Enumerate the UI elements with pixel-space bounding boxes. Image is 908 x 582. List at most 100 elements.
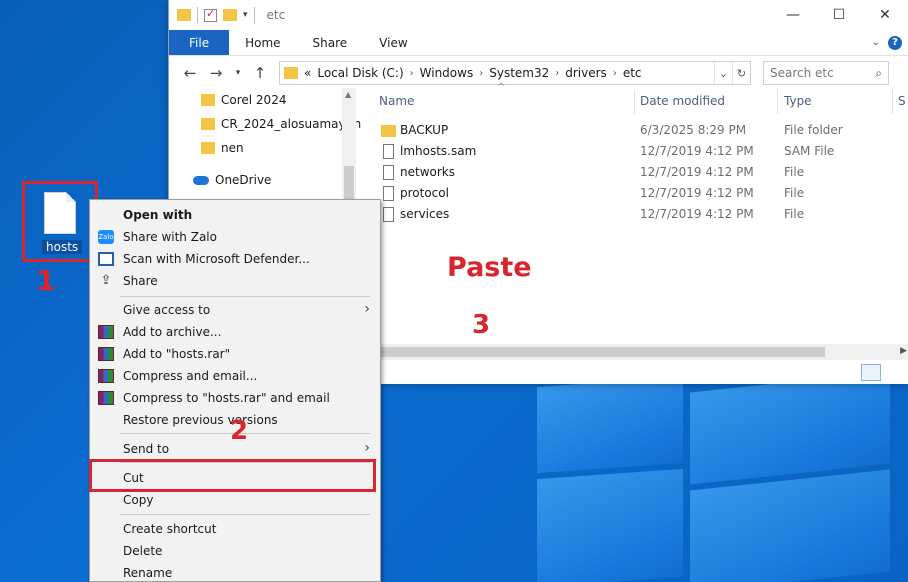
divider bbox=[253, 7, 255, 23]
menu-item-label: Scan with Microsoft Defender... bbox=[123, 252, 310, 266]
zalo-icon: Zalo bbox=[98, 230, 114, 244]
customize-toolbar-icon[interactable]: ▾ bbox=[243, 10, 248, 20]
breadcrumb-system32[interactable]: System32 bbox=[489, 66, 549, 80]
nav-item-nen[interactable]: nen bbox=[201, 138, 244, 158]
menu-item-label: Compress to "hosts.rar" and email bbox=[123, 391, 330, 405]
breadcrumb-windows[interactable]: Windows bbox=[420, 66, 474, 80]
menu-item-add-hosts-rar[interactable]: Add to "hosts.rar" bbox=[90, 343, 380, 365]
folder-icon bbox=[284, 67, 298, 79]
back-button[interactable]: ← bbox=[179, 62, 201, 84]
address-prefix[interactable]: « bbox=[304, 66, 311, 80]
file-date: 12/7/2019 4:12 PM bbox=[640, 207, 754, 221]
menu-separator bbox=[120, 296, 370, 297]
folder-icon bbox=[201, 118, 215, 130]
menu-item-create-shortcut[interactable]: Create shortcut bbox=[90, 518, 380, 540]
file-type: File folder bbox=[784, 123, 843, 137]
menu-item-label: Create shortcut bbox=[123, 522, 217, 536]
breadcrumb-etc[interactable]: etc bbox=[623, 66, 642, 80]
menu-item-add-archive[interactable]: Add to archive... bbox=[90, 321, 380, 343]
tab-file[interactable]: File bbox=[169, 30, 230, 55]
menu-item-label: Compress and email... bbox=[123, 369, 258, 383]
tab-share[interactable]: Share bbox=[297, 30, 364, 55]
horizontal-scrollbar[interactable]: ▶ bbox=[357, 344, 908, 360]
nav-item-corel-2024[interactable]: Corel 2024 bbox=[201, 90, 286, 110]
menu-item-give-access[interactable]: Give access to › bbox=[90, 299, 380, 321]
column-header-date[interactable]: Date modified bbox=[640, 88, 725, 114]
chevron-right-icon[interactable]: › bbox=[410, 68, 414, 79]
annotation-step2: 2 bbox=[230, 416, 249, 446]
column-header-name[interactable]: Name bbox=[379, 88, 414, 114]
breadcrumb-drivers[interactable]: drivers bbox=[565, 66, 607, 80]
tab-home[interactable]: Home bbox=[229, 30, 296, 55]
file-name: lmhosts.sam bbox=[400, 144, 477, 158]
menu-item-copy[interactable]: Copy bbox=[90, 489, 380, 511]
menu-item-label: Restore previous versions bbox=[123, 413, 278, 427]
forward-button[interactable]: → bbox=[205, 62, 227, 84]
help-icon[interactable]: ? bbox=[888, 35, 902, 50]
menu-item-label: Share bbox=[123, 274, 158, 288]
menu-item-share[interactable]: ⇪ Share bbox=[90, 270, 380, 292]
breadcrumb-local-disk[interactable]: Local Disk (C:) bbox=[317, 66, 403, 80]
refresh-icon[interactable]: ↻ bbox=[732, 62, 750, 84]
menu-item-compress-email[interactable]: Compress and email... bbox=[90, 365, 380, 387]
file-type: File bbox=[784, 186, 805, 200]
tab-view[interactable]: View bbox=[363, 30, 423, 55]
chevron-right-icon[interactable]: › bbox=[479, 68, 483, 79]
winrar-icon bbox=[98, 391, 114, 405]
file-icon bbox=[383, 186, 394, 201]
menu-item-label: Copy bbox=[123, 493, 154, 507]
new-folder-icon[interactable] bbox=[223, 9, 237, 21]
windows-logo-pane bbox=[690, 371, 890, 485]
scroll-right-icon[interactable]: ▶ bbox=[900, 346, 907, 356]
menu-item-open-with[interactable]: Open with bbox=[90, 204, 380, 226]
file-row-networks[interactable]: networks 12/7/2019 4:12 PM File bbox=[379, 162, 899, 183]
file-name: protocol bbox=[400, 186, 449, 200]
large-icons-view-icon[interactable] bbox=[883, 364, 903, 381]
nav-item-onedrive[interactable]: OneDrive bbox=[193, 170, 271, 190]
menu-item-label: Rename bbox=[123, 566, 173, 580]
share-icon: ⇪ bbox=[100, 273, 112, 288]
file-type: File bbox=[784, 207, 805, 221]
maximize-button[interactable]: ☐ bbox=[816, 0, 862, 30]
chevron-right-icon[interactable]: › bbox=[555, 68, 559, 79]
expand-ribbon-icon[interactable]: ⌄ bbox=[872, 37, 880, 48]
address-bar[interactable]: « Local Disk (C:) › Windows › System32 ›… bbox=[279, 61, 751, 85]
annotation-step3: 3 bbox=[472, 310, 491, 340]
title-bar[interactable]: ▾ etc — ☐ ✕ bbox=[169, 0, 908, 30]
file-row-services[interactable]: services 12/7/2019 4:12 PM File bbox=[379, 204, 899, 225]
search-input[interactable]: Search etc ⌕ bbox=[763, 61, 889, 85]
close-button[interactable]: ✕ bbox=[862, 0, 908, 30]
folder-icon bbox=[201, 94, 215, 106]
properties-icon[interactable] bbox=[204, 7, 217, 22]
file-row-backup[interactable]: BACKUP 6/3/2025 8:29 PM File folder bbox=[379, 120, 899, 141]
file-row-protocol[interactable]: protocol 12/7/2019 4:12 PM File bbox=[379, 183, 899, 204]
up-button[interactable]: ↑ bbox=[249, 62, 271, 84]
column-header-type[interactable]: Type bbox=[784, 88, 812, 114]
file-date: 6/3/2025 8:29 PM bbox=[640, 123, 747, 137]
menu-item-share-zalo[interactable]: Zalo Share with Zalo bbox=[90, 226, 380, 248]
column-divider[interactable] bbox=[892, 90, 893, 114]
menu-item-delete[interactable]: Delete bbox=[90, 540, 380, 562]
window-title: etc bbox=[266, 8, 286, 22]
scroll-thumb[interactable] bbox=[365, 347, 825, 357]
address-dropdown-icon[interactable]: ⌄ bbox=[714, 62, 732, 84]
file-type: File bbox=[784, 165, 805, 179]
minimize-button[interactable]: — bbox=[770, 0, 816, 30]
column-divider[interactable] bbox=[634, 90, 635, 114]
chevron-right-icon[interactable]: › bbox=[613, 68, 617, 79]
menu-item-scan-defender[interactable]: Scan with Microsoft Defender... bbox=[90, 248, 380, 270]
nav-item-cr-2024[interactable]: CR_2024_alosuamaytin bbox=[201, 114, 361, 134]
scroll-up-icon[interactable]: ▲ bbox=[345, 90, 351, 99]
menu-item-label: Add to archive... bbox=[123, 325, 222, 339]
menu-item-rename[interactable]: Rename bbox=[90, 562, 380, 582]
details-view-icon[interactable] bbox=[861, 364, 881, 381]
recent-locations-icon[interactable]: ▾ bbox=[231, 62, 245, 84]
file-list: ^ Name Date modified Type S BACKUP 6/3/2… bbox=[369, 82, 908, 368]
winrar-icon bbox=[98, 347, 114, 361]
column-header-size[interactable]: S bbox=[898, 88, 906, 114]
column-divider[interactable] bbox=[777, 90, 778, 114]
file-row-lmhosts[interactable]: lmhosts.sam 12/7/2019 4:12 PM SAM File bbox=[379, 141, 899, 162]
folder-icon bbox=[177, 9, 191, 21]
menu-item-compress-hosts-email[interactable]: Compress to "hosts.rar" and email bbox=[90, 387, 380, 409]
winrar-icon bbox=[98, 325, 114, 339]
